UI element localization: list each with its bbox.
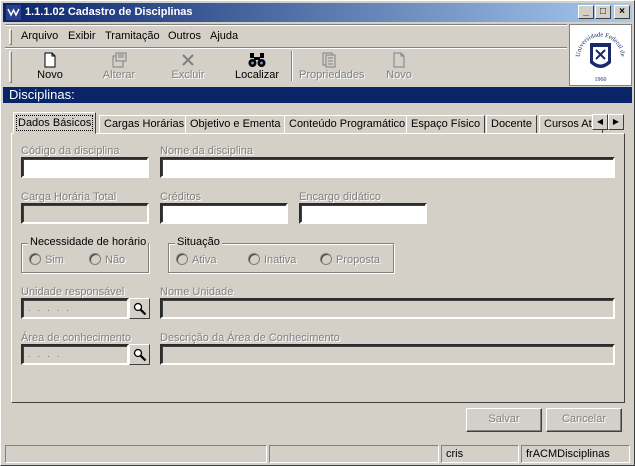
radio-nao[interactable]: Não bbox=[89, 253, 125, 266]
close-icon: × bbox=[619, 6, 625, 17]
area-mask: . . . . bbox=[28, 349, 62, 360]
status-form-name: frACMDisciplinas bbox=[521, 445, 630, 463]
status-user: cris bbox=[441, 445, 519, 463]
nome-label: Nome da disciplina bbox=[160, 145, 253, 157]
new-document-disabled-icon bbox=[393, 52, 405, 68]
tab-scroll-left[interactable]: ◀ bbox=[592, 114, 608, 130]
minimize-icon: _ bbox=[583, 6, 589, 17]
tab-dados-basicos[interactable]: Dados Básicos bbox=[13, 112, 97, 134]
alterar-label: Alterar bbox=[102, 69, 136, 81]
menu-outros[interactable]: Outros bbox=[168, 30, 201, 42]
novo-button[interactable]: Novo bbox=[20, 51, 80, 85]
delete-x-icon bbox=[182, 54, 194, 66]
title-bar[interactable]: 1.1.1.02 Cadastro de Disciplinas _ □ × bbox=[3, 3, 632, 22]
nome-unidade-field[interactable] bbox=[160, 298, 615, 319]
arrow-left-icon: ◀ bbox=[596, 117, 604, 126]
status-panel-1 bbox=[5, 445, 267, 463]
menu-arquivo[interactable]: Arquivo bbox=[21, 30, 58, 42]
area-lookup-button[interactable] bbox=[129, 344, 150, 365]
status-bar: cris frACMDisciplinas bbox=[3, 445, 632, 463]
radio-circle-icon bbox=[29, 253, 41, 265]
tab-docente[interactable]: Docente bbox=[486, 115, 537, 134]
carga-label: Carga Horária Total bbox=[21, 191, 117, 203]
app-icon bbox=[6, 5, 21, 20]
propriedades-label: Propriedades bbox=[299, 69, 365, 81]
novo-secondary-button[interactable]: Novo bbox=[369, 51, 429, 85]
necessidade-title: Necessidade de horário bbox=[28, 236, 149, 248]
logo-year: 1960 bbox=[595, 77, 607, 83]
menu-bar: Arquivo Exibir Tramitação Outros Ajuda bbox=[7, 27, 565, 47]
radio-ativa[interactable]: Ativa bbox=[176, 253, 216, 266]
toolbar-top-divider bbox=[5, 47, 567, 49]
novo-secondary-label: Novo bbox=[386, 69, 412, 81]
localizar-label: Localizar bbox=[234, 69, 280, 81]
tab-scroll-right[interactable]: ▶ bbox=[608, 114, 624, 130]
nome-field[interactable] bbox=[160, 157, 615, 178]
toolbar-separator bbox=[291, 51, 293, 81]
area-field[interactable]: . . . . bbox=[21, 344, 129, 365]
localizar-button[interactable]: Localizar bbox=[227, 51, 287, 85]
codigo-field[interactable] bbox=[21, 157, 149, 178]
menu-top-divider bbox=[5, 24, 567, 26]
properties-icon bbox=[322, 52, 336, 68]
unidade-label: Unidade responsável bbox=[21, 286, 125, 298]
menu-exibir[interactable]: Exibir bbox=[68, 30, 96, 42]
novo-label: Novo bbox=[37, 69, 63, 81]
toolbar-grip[interactable] bbox=[9, 51, 12, 83]
window-title: 1.1.1.02 Cadastro de Disciplinas bbox=[25, 6, 193, 18]
propriedades-button[interactable]: Propriedades bbox=[299, 51, 365, 85]
salvar-button[interactable]: Salvar bbox=[466, 408, 542, 432]
alterar-button[interactable]: Alterar bbox=[89, 51, 149, 85]
radio-sim[interactable]: Sim bbox=[29, 253, 64, 266]
close-button[interactable]: × bbox=[614, 5, 630, 19]
magnifier-icon bbox=[133, 348, 146, 361]
tab-conteudo-programatico[interactable]: Conteúdo Programático bbox=[284, 115, 411, 134]
magnifier-icon bbox=[133, 302, 146, 315]
unidade-mask: . . . . . bbox=[28, 303, 72, 314]
minimize-button[interactable]: _ bbox=[578, 5, 594, 19]
maximize-button[interactable]: □ bbox=[595, 5, 611, 19]
desc-area-label: Descrição da Área de Conhecimento bbox=[160, 332, 340, 344]
radio-proposta[interactable]: Proposta bbox=[320, 253, 380, 266]
binoculars-icon bbox=[248, 53, 266, 67]
radio-inativa[interactable]: Inativa bbox=[248, 253, 296, 266]
encargo-label: Encargo didático bbox=[299, 191, 381, 203]
unidade-field[interactable]: . . . . . bbox=[21, 298, 129, 319]
university-logo: Universidade Federal de Santa Maria 1960 bbox=[567, 20, 632, 86]
creditos-field[interactable] bbox=[160, 203, 288, 224]
arrow-right-icon: ▶ bbox=[612, 117, 620, 126]
unidade-lookup-button[interactable] bbox=[129, 298, 150, 319]
cancelar-button[interactable]: Cancelar bbox=[546, 408, 622, 432]
ufsm-seal-icon: Universidade Federal de Santa Maria 1960 bbox=[567, 20, 626, 83]
excluir-label: Excluir bbox=[171, 69, 205, 81]
menu-ajuda[interactable]: Ajuda bbox=[210, 30, 238, 42]
excluir-button[interactable]: Excluir bbox=[158, 51, 218, 85]
section-title: Disciplinas: bbox=[3, 87, 632, 103]
situacao-title: Situação bbox=[175, 236, 222, 248]
tab-strip: Dados Básicos Cargas Horárias Objetivo e… bbox=[11, 112, 625, 134]
application-window: 1.1.1.02 Cadastro de Disciplinas _ □ × A… bbox=[0, 0, 635, 466]
area-label: Área de conhecimento bbox=[21, 332, 132, 344]
encargo-field[interactable] bbox=[299, 203, 427, 224]
radio-circle-icon bbox=[320, 253, 332, 265]
codigo-label: Código da disciplina bbox=[21, 145, 120, 157]
desc-area-field[interactable] bbox=[160, 344, 615, 365]
menu-tramitacao[interactable]: Tramitação bbox=[105, 30, 160, 42]
new-document-icon bbox=[44, 52, 56, 68]
tab-espaco-fisico[interactable]: Espaço Físico bbox=[406, 115, 486, 134]
carga-field[interactable] bbox=[21, 203, 149, 224]
maximize-icon: □ bbox=[599, 6, 607, 17]
nome-unidade-label: Nome Unidade bbox=[160, 286, 234, 298]
radio-circle-icon bbox=[89, 253, 101, 265]
creditos-label: Créditos bbox=[160, 191, 201, 203]
tab-objetivo-ementa[interactable]: Objetivo e Ementa bbox=[185, 115, 286, 134]
radio-circle-icon bbox=[176, 253, 188, 265]
tab-cargas-horarias[interactable]: Cargas Horárias bbox=[99, 115, 190, 134]
radio-circle-icon bbox=[248, 253, 260, 265]
edit-document-icon bbox=[112, 52, 127, 68]
status-panel-2 bbox=[269, 445, 439, 463]
